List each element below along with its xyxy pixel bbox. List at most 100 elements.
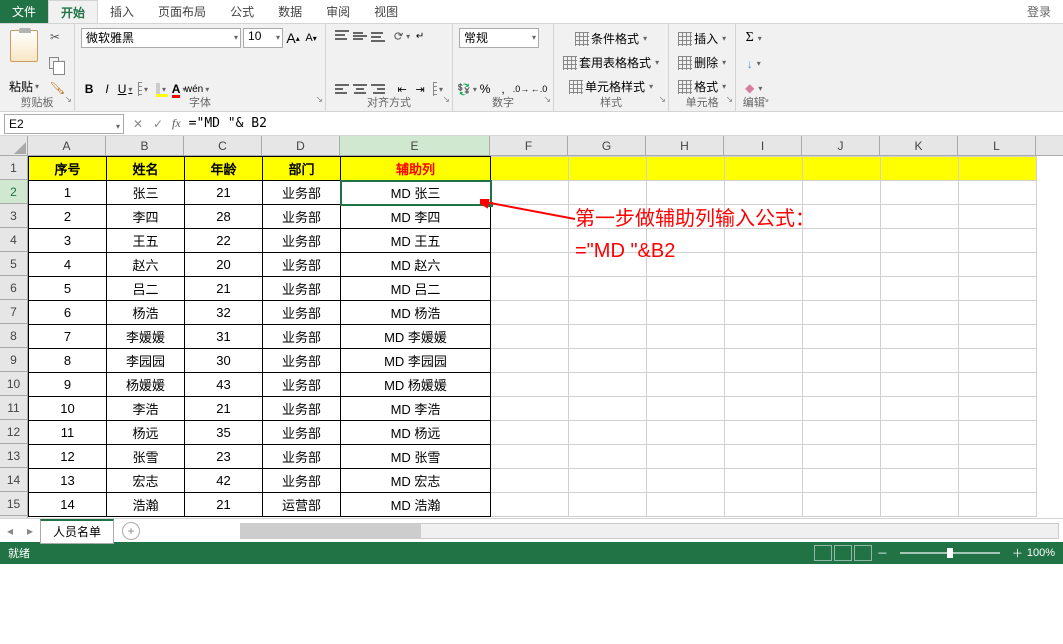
empty-cell[interactable] bbox=[569, 277, 647, 301]
data-cell[interactable]: 42 bbox=[185, 469, 263, 493]
data-cell[interactable]: 28 bbox=[185, 205, 263, 229]
header-cell[interactable]: 姓名 bbox=[107, 157, 185, 181]
zoom-in-button[interactable]: ＋ bbox=[1008, 545, 1027, 561]
add-sheet-button[interactable]: + bbox=[122, 522, 140, 540]
data-cell[interactable]: 业务部 bbox=[263, 229, 341, 253]
data-cell[interactable]: MD 李四 bbox=[341, 205, 491, 229]
row-header-3[interactable]: 3 bbox=[0, 204, 27, 228]
header-cell[interactable]: 辅助列 bbox=[341, 157, 491, 181]
header-cell[interactable]: 部门 bbox=[263, 157, 341, 181]
formula-input[interactable] bbox=[185, 114, 1063, 134]
empty-cell[interactable] bbox=[491, 421, 569, 445]
tab-review[interactable]: 审阅 bbox=[314, 0, 362, 23]
row-header-6[interactable]: 6 bbox=[0, 276, 27, 300]
empty-cell[interactable] bbox=[491, 373, 569, 397]
font-size-select[interactable]: 10▾ bbox=[243, 28, 283, 48]
column-header-F[interactable]: F bbox=[490, 136, 568, 155]
empty-cell[interactable] bbox=[803, 421, 881, 445]
empty-cell[interactable] bbox=[569, 493, 647, 517]
empty-cell[interactable] bbox=[881, 181, 959, 205]
data-cell[interactable]: MD 杨远 bbox=[341, 421, 491, 445]
empty-cell[interactable] bbox=[569, 445, 647, 469]
data-cell[interactable]: 业务部 bbox=[263, 205, 341, 229]
column-header-B[interactable]: B bbox=[106, 136, 184, 155]
empty-cell[interactable] bbox=[569, 157, 647, 181]
tab-formulas[interactable]: 公式 bbox=[218, 0, 266, 23]
empty-cell[interactable] bbox=[647, 349, 725, 373]
empty-cell[interactable] bbox=[803, 469, 881, 493]
empty-cell[interactable] bbox=[959, 229, 1037, 253]
data-cell[interactable]: 杨媛媛 bbox=[107, 373, 185, 397]
column-header-E[interactable]: E bbox=[340, 136, 490, 155]
empty-cell[interactable] bbox=[647, 373, 725, 397]
empty-cell[interactable] bbox=[725, 157, 803, 181]
view-layout-button[interactable] bbox=[834, 545, 852, 561]
autosum-button[interactable]: Σ▾ bbox=[742, 28, 765, 48]
row-header-8[interactable]: 8 bbox=[0, 324, 27, 348]
data-cell[interactable]: 14 bbox=[29, 493, 107, 517]
empty-cell[interactable] bbox=[803, 181, 881, 205]
data-cell[interactable]: 业务部 bbox=[263, 445, 341, 469]
data-cell[interactable]: MD 李媛媛 bbox=[341, 325, 491, 349]
accept-formula-button[interactable]: ✓ bbox=[148, 117, 168, 131]
data-cell[interactable]: MD 杨浩 bbox=[341, 301, 491, 325]
tab-view[interactable]: 视图 bbox=[362, 0, 410, 23]
empty-cell[interactable] bbox=[569, 421, 647, 445]
empty-cell[interactable] bbox=[803, 493, 881, 517]
empty-cell[interactable] bbox=[959, 181, 1037, 205]
empty-cell[interactable] bbox=[647, 181, 725, 205]
empty-cell[interactable] bbox=[725, 397, 803, 421]
font-name-select[interactable]: 微软雅黑▾ bbox=[81, 28, 241, 48]
data-cell[interactable]: 赵六 bbox=[107, 253, 185, 277]
data-cell[interactable]: 43 bbox=[185, 373, 263, 397]
empty-cell[interactable] bbox=[959, 469, 1037, 493]
empty-cell[interactable] bbox=[959, 301, 1037, 325]
paste-button[interactable] bbox=[7, 28, 41, 64]
row-header-13[interactable]: 13 bbox=[0, 444, 27, 468]
horizontal-scrollbar[interactable] bbox=[240, 523, 1059, 539]
data-cell[interactable]: 张三 bbox=[107, 181, 185, 205]
data-cell[interactable]: 业务部 bbox=[263, 469, 341, 493]
data-cell[interactable]: MD 王五 bbox=[341, 229, 491, 253]
empty-cell[interactable] bbox=[881, 469, 959, 493]
data-cell[interactable]: MD 李园园 bbox=[341, 349, 491, 373]
column-header-I[interactable]: I bbox=[724, 136, 802, 155]
empty-cell[interactable] bbox=[959, 349, 1037, 373]
data-cell[interactable]: 李媛媛 bbox=[107, 325, 185, 349]
empty-cell[interactable] bbox=[725, 469, 803, 493]
empty-cell[interactable] bbox=[881, 253, 959, 277]
data-cell[interactable]: MD 赵六 bbox=[341, 253, 491, 277]
row-header-5[interactable]: 5 bbox=[0, 252, 27, 276]
empty-cell[interactable] bbox=[569, 301, 647, 325]
row-header-10[interactable]: 10 bbox=[0, 372, 27, 396]
data-cell[interactable]: 31 bbox=[185, 325, 263, 349]
empty-cell[interactable] bbox=[491, 397, 569, 421]
data-cell[interactable]: 8 bbox=[29, 349, 107, 373]
data-cell[interactable]: 12 bbox=[29, 445, 107, 469]
empty-cell[interactable] bbox=[725, 445, 803, 469]
data-cell[interactable]: 李四 bbox=[107, 205, 185, 229]
empty-cell[interactable] bbox=[881, 277, 959, 301]
empty-cell[interactable] bbox=[959, 445, 1037, 469]
column-header-A[interactable]: A bbox=[28, 136, 106, 155]
delete-cells-button[interactable]: 删除▾ bbox=[675, 52, 729, 73]
empty-cell[interactable] bbox=[647, 157, 725, 181]
sheet-nav-next[interactable]: ▸ bbox=[20, 524, 40, 538]
login-link[interactable]: 登录 bbox=[1015, 0, 1063, 23]
empty-cell[interactable] bbox=[725, 373, 803, 397]
data-cell[interactable]: 20 bbox=[185, 253, 263, 277]
column-header-C[interactable]: C bbox=[184, 136, 262, 155]
empty-cell[interactable] bbox=[725, 181, 803, 205]
data-cell[interactable]: 23 bbox=[185, 445, 263, 469]
zoom-slider[interactable] bbox=[900, 552, 1000, 554]
cell-grid[interactable]: 序号姓名年龄部门辅助列1张三21业务部MD 张三2李四28业务部MD 李四3王五… bbox=[28, 156, 1063, 518]
empty-cell[interactable] bbox=[647, 301, 725, 325]
column-header-K[interactable]: K bbox=[880, 136, 958, 155]
empty-cell[interactable] bbox=[803, 373, 881, 397]
name-box[interactable]: E2▾ bbox=[4, 114, 124, 134]
empty-cell[interactable] bbox=[725, 421, 803, 445]
data-cell[interactable]: 32 bbox=[185, 301, 263, 325]
empty-cell[interactable] bbox=[881, 157, 959, 181]
tab-home[interactable]: 开始 bbox=[48, 0, 98, 23]
data-cell[interactable]: 6 bbox=[29, 301, 107, 325]
